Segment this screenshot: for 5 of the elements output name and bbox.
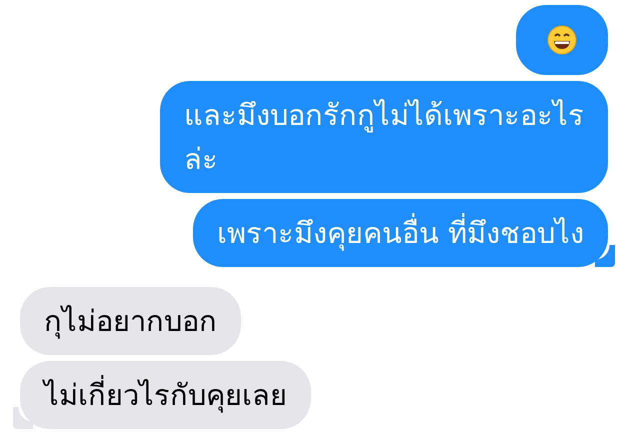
message-bubble: และมึงบอกรักกูไม่ได้เพราะอะไร ล่ะ xyxy=(160,81,608,193)
grinning-face-icon xyxy=(547,25,577,55)
message-bubble: กุไม่อยากบอก xyxy=(20,287,241,355)
message-bubble: ไม่เกี่ยวไรกับคุยเลย xyxy=(20,361,311,429)
message-bubble: เพราะมึงคุยคนอื่น ที่มึงชอบไง xyxy=(192,199,608,267)
